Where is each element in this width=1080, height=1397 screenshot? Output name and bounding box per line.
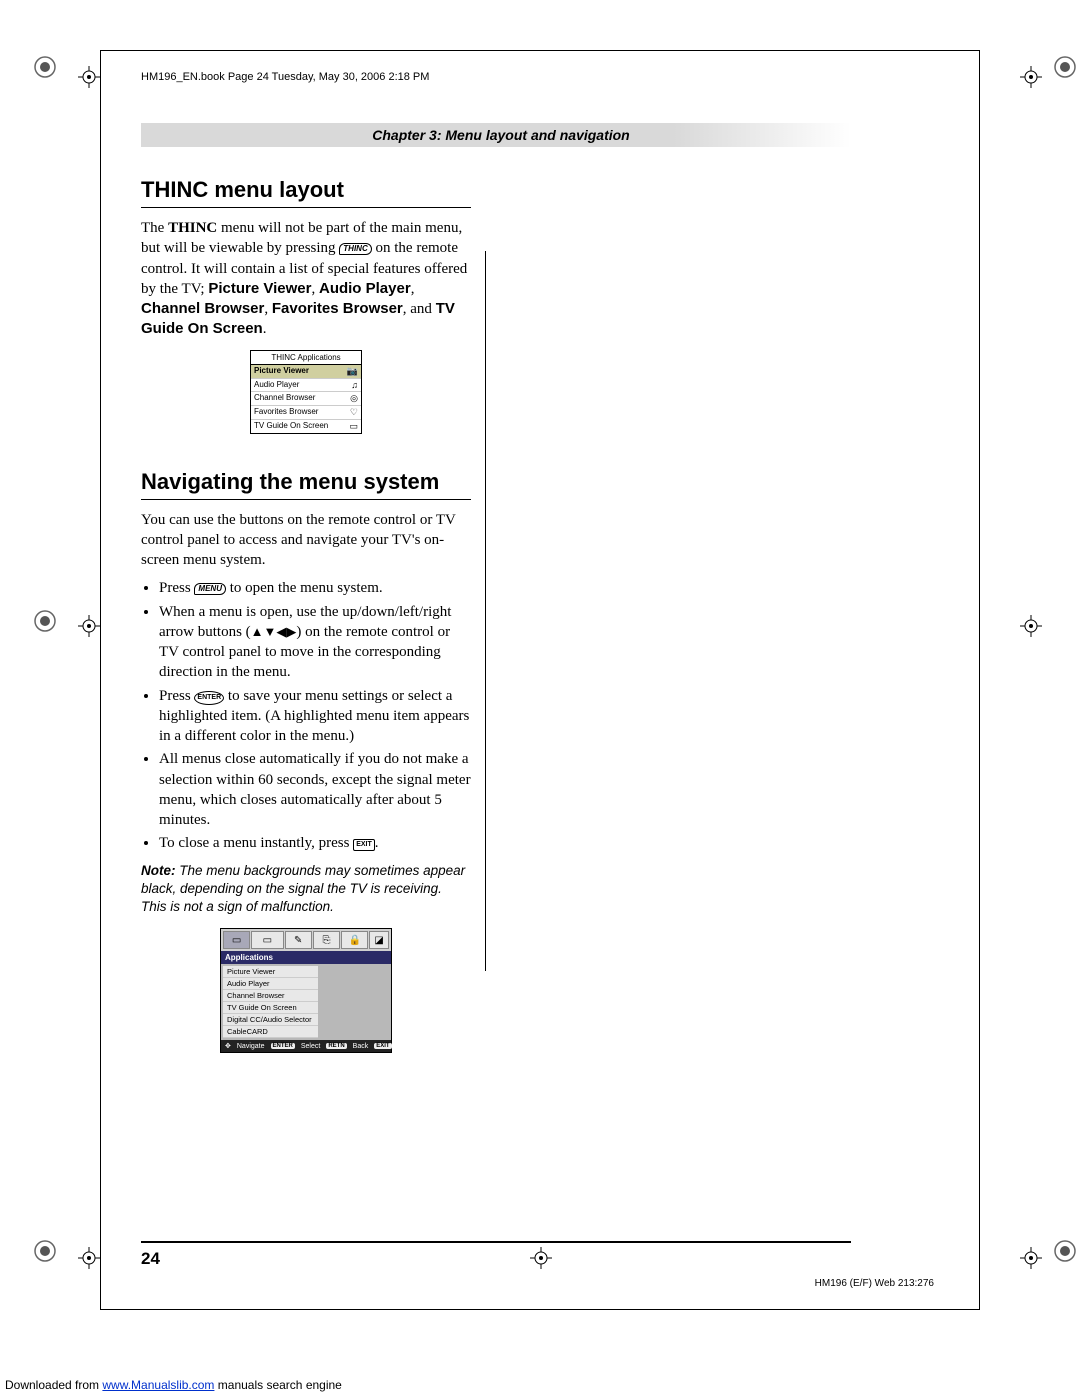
text: Press xyxy=(159,688,194,704)
crop-mark-icon xyxy=(1054,1240,1076,1262)
list-item: Channel Browser xyxy=(223,990,318,1002)
section-title-navigating: Navigating the menu system xyxy=(141,469,471,500)
thinc-applications-table: THINC Applications Picture Viewer 📷 Audio… xyxy=(250,350,362,434)
chapter-bar: Chapter 3: Menu layout and navigation xyxy=(141,123,851,147)
thinc-row-label: Channel Browser xyxy=(254,393,315,404)
lock-icon: 🔒 xyxy=(341,931,368,949)
download-footer: Downloaded from www.Manualslib.com manua… xyxy=(5,1378,342,1392)
note-label: Note: xyxy=(141,863,176,878)
thinc-paragraph: The THINC menu will not be part of the m… xyxy=(141,218,471,340)
camera-icon: 📷 xyxy=(347,366,358,377)
thinc-row: Favorites Browser ♡ xyxy=(251,406,361,420)
text: . xyxy=(263,321,267,337)
text: To close a menu instantly, press xyxy=(159,835,353,851)
panel-body: Picture Viewer Audio Player Channel Brow… xyxy=(221,964,391,1040)
registration-mark-icon xyxy=(1020,615,1042,637)
nav-intro: You can use the buttons on the remote co… xyxy=(141,510,471,571)
note-paragraph: Note: The menu backgrounds may sometimes… xyxy=(141,862,471,917)
list-item: Press MENU to open the menu system. xyxy=(159,578,471,598)
music-icon: ♫ xyxy=(351,380,358,390)
thinc-row-label: Audio Player xyxy=(254,380,299,390)
arrow-keys-icon: ▲▼◀▶ xyxy=(251,624,297,639)
footer-text: Navigate xyxy=(237,1043,265,1050)
text: The xyxy=(141,220,168,236)
text: , and xyxy=(403,301,436,317)
thinc-row: Audio Player ♫ xyxy=(251,379,361,392)
footer-text: Exit xyxy=(398,1043,410,1050)
feature-favorites-browser: Favorites Browser xyxy=(272,300,403,317)
thinc-row: Picture Viewer 📷 xyxy=(251,365,361,379)
panel-list: Picture Viewer Audio Player Channel Brow… xyxy=(223,966,318,1038)
crop-mark-icon xyxy=(34,610,56,632)
registration-mark-icon xyxy=(78,1247,100,1269)
list-item: When a menu is open, use the up/down/lef… xyxy=(159,602,471,683)
menu-key-icon: MENU xyxy=(194,583,226,595)
doc-revision: HM196 (E/F) Web 213:276 xyxy=(815,1278,934,1289)
list-item: All menus close automatically if you do … xyxy=(159,749,471,830)
footer-text: Select xyxy=(301,1043,320,1050)
text: Press xyxy=(159,580,194,596)
registration-mark-icon xyxy=(78,66,100,88)
panel-tabs: ▭ ▭ ✎ ⎘ 🔒 ◪ xyxy=(221,929,391,951)
crop-mark-icon xyxy=(34,1240,56,1262)
registration-mark-icon xyxy=(78,615,100,637)
feature-audio-player: Audio Player xyxy=(319,280,411,297)
page-number: 24 xyxy=(141,1241,851,1269)
tab-icon: ✎ xyxy=(285,931,312,949)
registration-mark-icon xyxy=(1020,1247,1042,1269)
thinc-row: Channel Browser ◎ xyxy=(251,392,361,406)
text: , xyxy=(311,281,319,297)
screen-icon: ▭ xyxy=(349,421,358,432)
exit-key-icon: EXIT xyxy=(353,839,375,851)
exit-key-label: EXIT xyxy=(374,1043,391,1049)
heart-icon: ♡ xyxy=(350,407,358,418)
list-item: Press ENTER to save your menu settings o… xyxy=(159,686,471,747)
text: , xyxy=(411,281,415,297)
list-item: Digital CC/Audio Selector xyxy=(223,1014,318,1026)
left-column: THINC menu layout The THINC menu will no… xyxy=(141,177,471,1053)
text: . xyxy=(375,835,379,851)
feature-channel-browser: Channel Browser xyxy=(141,300,264,317)
enter-key-icon: ENTER xyxy=(194,691,224,705)
thinc-bold: THINC xyxy=(168,220,217,236)
list-item: CableCARD xyxy=(223,1026,318,1038)
section-title-thinc: THINC menu layout xyxy=(141,177,471,208)
list-item: TV Guide On Screen xyxy=(223,1002,318,1014)
thinc-row: TV Guide On Screen ▭ xyxy=(251,420,361,433)
tab-icon: ▭ xyxy=(251,931,283,949)
manualslib-link[interactable]: www.Manualslib.com xyxy=(102,1378,214,1392)
registration-mark-icon xyxy=(1020,66,1042,88)
crop-mark-icon xyxy=(1054,56,1076,78)
retn-key-label: RETN xyxy=(326,1043,346,1049)
column-divider xyxy=(485,251,486,971)
tab-icon: ▭ xyxy=(223,931,250,949)
thinc-row-label: Picture Viewer xyxy=(254,366,309,377)
crop-mark-icon xyxy=(34,56,56,78)
thinc-row-label: TV Guide On Screen xyxy=(254,421,328,432)
thinc-row-label: Favorites Browser xyxy=(254,407,318,418)
list-item: Audio Player xyxy=(223,978,318,990)
thinc-table-title: THINC Applications xyxy=(251,351,361,365)
panel-subtitle: Applications xyxy=(221,951,391,964)
feature-picture-viewer: Picture Viewer xyxy=(208,280,311,297)
note-body: The menu backgrounds may sometimes appea… xyxy=(141,863,465,914)
page-frame: HM196_EN.book Page 24 Tuesday, May 30, 2… xyxy=(100,50,980,1310)
tab-icon: ⎘ xyxy=(313,931,340,949)
thinc-key-icon: THINC xyxy=(339,243,371,255)
navigate-icon: ✥ xyxy=(225,1042,231,1050)
download-prefix: Downloaded from xyxy=(5,1378,102,1392)
running-head: HM196_EN.book Page 24 Tuesday, May 30, 2… xyxy=(141,71,939,83)
download-suffix: manuals search engine xyxy=(214,1378,341,1392)
list-item: To close a menu instantly, press EXIT. xyxy=(159,833,471,853)
list-item: Picture Viewer xyxy=(223,966,318,978)
panel-footer: ✥ Navigate ENTER Select RETN Back EXIT E… xyxy=(221,1040,391,1052)
footer-text: Back xyxy=(353,1043,369,1050)
applications-panel: ▭ ▭ ✎ ⎘ 🔒 ◪ Applications Picture Viewer … xyxy=(220,928,392,1053)
text: to open the menu system. xyxy=(226,580,383,596)
text: , xyxy=(264,301,272,317)
enter-key-label: ENTER xyxy=(271,1043,295,1049)
tab-icon: ◪ xyxy=(369,931,389,949)
nav-bullet-list: Press MENU to open the menu system. When… xyxy=(141,578,471,853)
channel-icon: ◎ xyxy=(350,393,358,404)
